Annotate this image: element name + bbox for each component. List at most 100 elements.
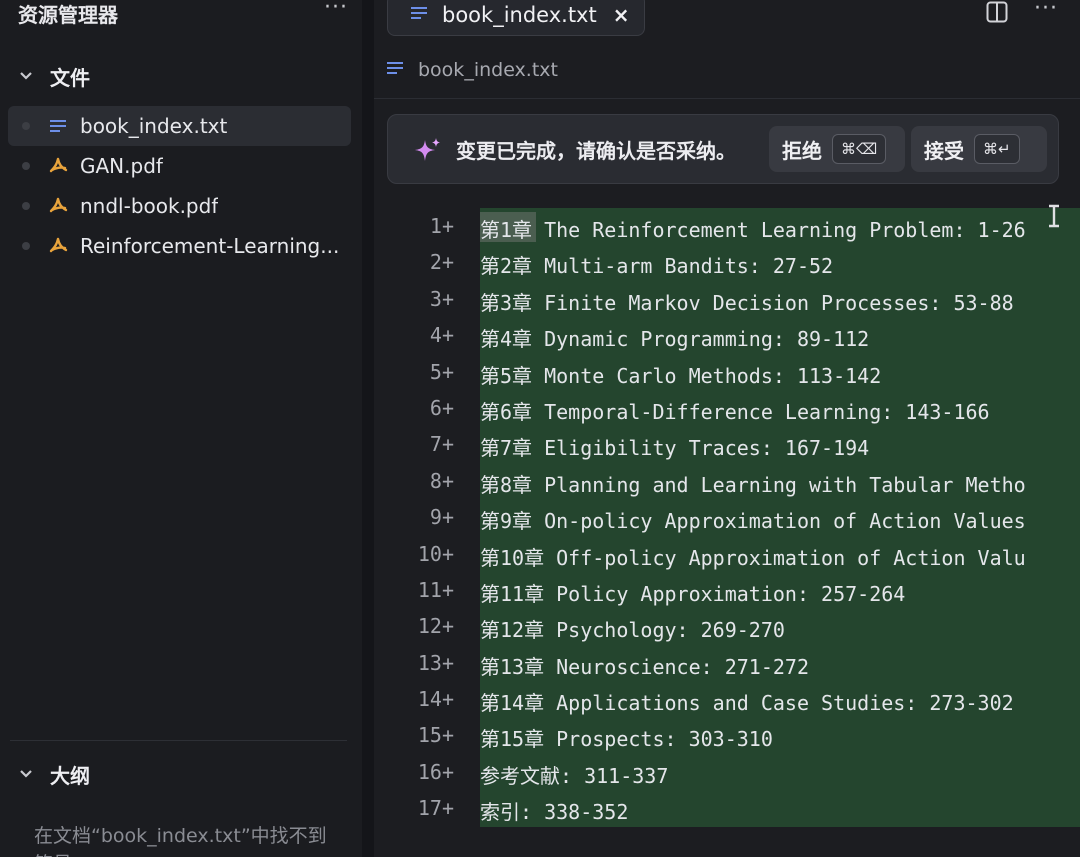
outline-section-header[interactable]: 大纲: [20, 760, 90, 789]
files-section-header[interactable]: 文件: [20, 62, 90, 91]
breadcrumb: book_index.txt: [386, 56, 558, 84]
text-cursor-icon: [1049, 204, 1059, 228]
line-text[interactable]: 第2章 Multi-arm Bandits: 27-52: [480, 250, 1064, 279]
split-editor-icon[interactable]: [986, 1, 1008, 27]
line-text[interactable]: 第3章 Finite Markov Decision Processes: 53…: [480, 287, 1064, 316]
pdf-file-icon: [48, 236, 68, 256]
line-text[interactable]: 第9章 On-policy Approximation of Action Va…: [480, 505, 1064, 534]
code-line[interactable]: 16+ 参考文献: 311-337: [374, 753, 1080, 791]
sidebar-header: 资源管理器 ···: [18, 0, 348, 27]
tab-book-index[interactable]: book_index.txt ×: [387, 0, 645, 36]
code-line[interactable]: 12+ 第12章 Psychology: 269-270: [374, 608, 1080, 645]
files-section-title: 文件: [50, 66, 90, 90]
accept-button[interactable]: 接受 ⌘↵: [911, 126, 1047, 172]
banner-message: 变更已完成，请确认是否采纳。: [456, 139, 736, 163]
panel-splitter[interactable]: [362, 0, 374, 857]
file-name: Reinforcement-Learning...: [80, 234, 340, 258]
file-item-reinforcement-learning[interactable]: Reinforcement-Learning...: [8, 226, 351, 266]
line-number: 13+: [417, 650, 454, 675]
code-line[interactable]: 4+ 第4章 Dynamic Programming: 89-112: [374, 317, 1080, 354]
sparkle-icon: [414, 137, 442, 165]
code-line[interactable]: 3+ 第3章 Finite Markov Decision Processes: …: [374, 280, 1080, 318]
line-number: 7+: [429, 432, 454, 457]
line-number: 3+: [429, 286, 454, 311]
chevron-down-icon: [20, 69, 32, 85]
pdf-file-icon: [48, 156, 68, 176]
file-item-book-index[interactable]: book_index.txt: [8, 106, 351, 146]
sidebar-title: 资源管理器: [18, 2, 118, 27]
line-number: 4+: [429, 323, 454, 348]
status-dot: [22, 162, 30, 170]
code-line[interactable]: 15+ 第15章 Prospects: 303-310: [374, 717, 1080, 754]
code-line[interactable]: 2+ 第2章 Multi-arm Bandits: 27-52: [374, 244, 1080, 281]
code-line[interactable]: 7+ 第7章 Eligibility Traces: 167-194: [374, 426, 1080, 463]
code-line[interactable]: 17+ 索引: 338-352: [374, 790, 1080, 827]
line-number: 5+: [429, 359, 454, 384]
reject-button[interactable]: 拒绝 ⌘⌫: [769, 126, 905, 172]
line-number: 16+: [417, 759, 454, 784]
accept-label: 接受: [924, 138, 964, 163]
status-dot: [22, 122, 30, 130]
line-number: 6+: [429, 395, 454, 420]
status-dot: [22, 202, 30, 210]
file-item-nndl-book[interactable]: nndl-book.pdf: [8, 186, 351, 226]
line-text[interactable]: 第13章 Neuroscience: 271-272: [480, 651, 1064, 680]
file-item-gan[interactable]: GAN.pdf: [8, 146, 351, 186]
line-number: 14+: [417, 687, 454, 712]
line-number: 2+: [429, 250, 454, 275]
line-number: 11+: [417, 577, 454, 602]
status-dot: [22, 242, 30, 250]
line-text[interactable]: 第10章 Off-policy Approximation of Action …: [480, 542, 1064, 571]
reject-label: 拒绝: [782, 138, 822, 163]
code-line[interactable]: 10+ 第10章 Off-policy Approximation of Acti…: [374, 535, 1080, 572]
text-file-icon: [48, 116, 68, 136]
chevron-down-icon: [20, 767, 32, 783]
reject-shortcut: ⌘⌫: [832, 134, 887, 164]
app-window: 资源管理器 ··· 文件 book_index.txt GAN.pdf nndl…: [0, 0, 1080, 857]
code-line[interactable]: 11+ 第11章 Policy Approximation: 257-264: [374, 571, 1080, 609]
outline-empty-message: 在文档“book_index.txt”中找不到符号: [34, 825, 327, 857]
line-text[interactable]: 第6章 Temporal-Difference Learning: 143-16…: [480, 396, 1064, 425]
code-line[interactable]: 14+ 第14章 Applications and Case Studies: 2…: [374, 681, 1080, 718]
line-text[interactable]: 第5章 Monte Carlo Methods: 113-142: [480, 360, 1064, 389]
code-editor[interactable]: 1+ 第1章 The Reinforcement Learning Problem…: [374, 208, 1080, 827]
line-number: 1+: [429, 214, 454, 238]
code-line[interactable]: 6+ 第6章 Temporal-Difference Learning: 143-…: [374, 389, 1080, 427]
line-number: 15+: [417, 723, 454, 748]
text-file-icon: [386, 60, 404, 80]
line-text[interactable]: 参考文献: 311-337: [480, 760, 1064, 789]
sidebar-more-icon[interactable]: ···: [324, 0, 348, 25]
editor-more-icon[interactable]: ···: [1034, 0, 1058, 26]
line-text[interactable]: 第8章 Planning and Learning with Tabular M…: [480, 469, 1064, 498]
code-line[interactable]: 8+ 第8章 Planning and Learning with Tabular…: [374, 462, 1080, 500]
explorer-sidebar: 资源管理器 ··· 文件 book_index.txt GAN.pdf nndl…: [0, 0, 362, 857]
line-text[interactable]: 第7章 Eligibility Traces: 167-194: [480, 432, 1064, 461]
line-text[interactable]: 索引: 338-352: [480, 796, 1064, 825]
file-list: book_index.txt GAN.pdf nndl-book.pdf Rei…: [8, 106, 351, 266]
text-file-icon: [410, 5, 428, 25]
close-icon[interactable]: ×: [613, 3, 630, 27]
line-text[interactable]: 第1章 The Reinforcement Learning Problem: …: [480, 214, 1064, 243]
breadcrumb-file[interactable]: book_index.txt: [418, 59, 558, 81]
sidebar-divider: [10, 740, 347, 741]
code-line[interactable]: 13+ 第13章 Neuroscience: 271-272: [374, 644, 1080, 682]
code-line[interactable]: 1+ 第1章 The Reinforcement Learning Problem…: [374, 208, 1080, 245]
line-number: 10+: [417, 541, 454, 566]
line-text[interactable]: 第14章 Applications and Case Studies: 273-…: [480, 687, 1064, 716]
code-line[interactable]: 9+ 第9章 On-policy Approximation of Action …: [374, 499, 1080, 536]
tab-label: book_index.txt: [442, 3, 597, 27]
code-line[interactable]: 5+ 第5章 Monte Carlo Methods: 113-142: [374, 353, 1080, 390]
outline-section-title: 大纲: [50, 764, 90, 788]
line-text[interactable]: 第15章 Prospects: 303-310: [480, 723, 1064, 752]
line-number: 17+: [417, 796, 454, 821]
line-number: 9+: [429, 505, 454, 530]
line-text[interactable]: 第12章 Psychology: 269-270: [480, 614, 1064, 643]
editor-area: book_index.txt × ··· book_index.txt 变更已完…: [374, 0, 1080, 857]
line-text[interactable]: 第11章 Policy Approximation: 257-264: [480, 578, 1064, 607]
accept-shortcut: ⌘↵: [974, 134, 1020, 164]
line-number: 8+: [429, 468, 454, 493]
breadcrumb-divider: [374, 98, 1080, 99]
line-text[interactable]: 第4章 Dynamic Programming: 89-112: [480, 323, 1064, 352]
pdf-file-icon: [48, 196, 68, 216]
editor-actions: ···: [986, 0, 1058, 28]
